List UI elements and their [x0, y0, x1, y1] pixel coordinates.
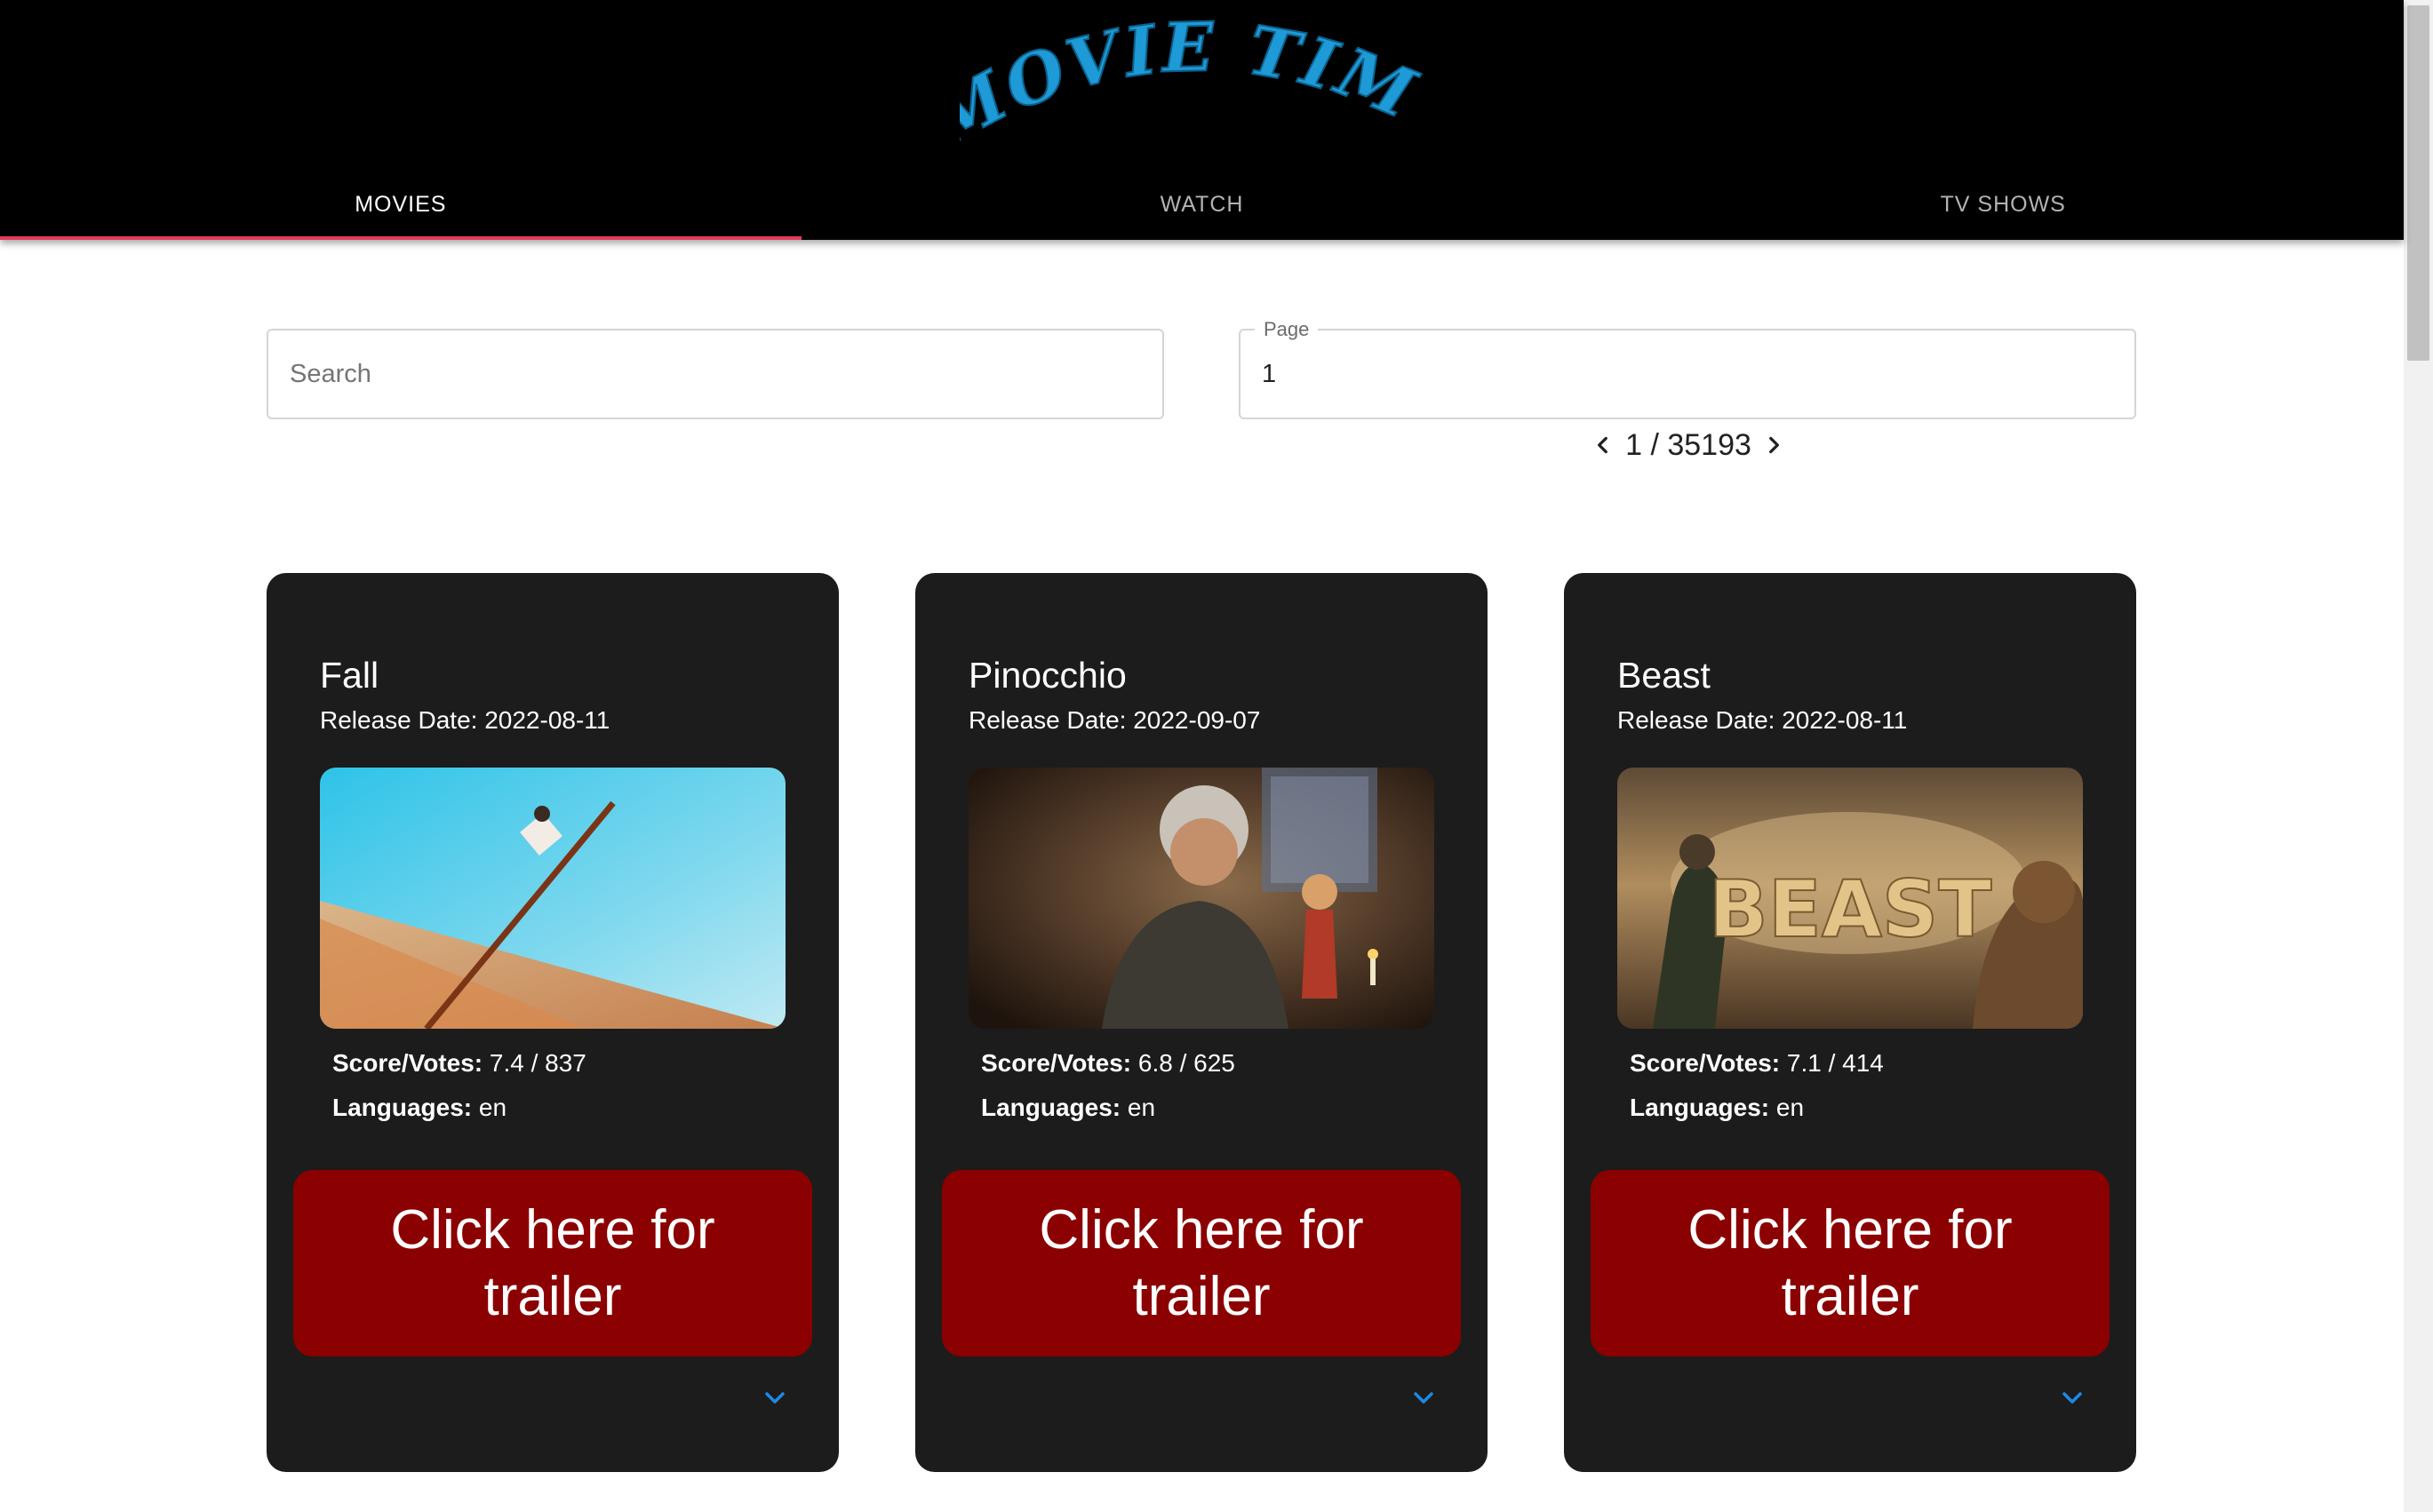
movie-time-logo[interactable]: MOVIE TIME — [913, 0, 1440, 163]
movie-card: Beast Release Date: 2022-08-11 BEAST Sco… — [1564, 573, 2136, 1472]
chevron-right-icon[interactable] — [1762, 434, 1785, 457]
scrollbar-thumb[interactable] — [2407, 5, 2429, 361]
page-input[interactable] — [1262, 330, 2113, 418]
movie-title: Pinocchio — [969, 655, 1127, 696]
release-date: Release Date: 2022-08-11 — [320, 706, 610, 734]
release-date: Release Date: 2022-09-07 — [969, 706, 1261, 734]
movie-card: Fall Release Date: 2022-08-11 Score/Vote… — [267, 573, 839, 1472]
languages-value: en — [1127, 1094, 1156, 1121]
movie-card: Pinocchio Release Date: 2022-09-07 Score… — [915, 573, 1488, 1472]
tab-watch[interactable]: WATCH — [802, 169, 1603, 240]
trailer-button[interactable]: Click here for trailer — [1591, 1170, 2110, 1357]
tab-tv-shows[interactable]: TV SHOWS — [1602, 169, 2404, 240]
trailer-button[interactable]: Click here for trailer — [293, 1170, 812, 1357]
logo-text: MOVIE TIME — [913, 0, 1425, 163]
tab-movies[interactable]: MOVIES — [0, 169, 802, 240]
trailer-button[interactable]: Click here for trailer — [942, 1170, 1461, 1357]
poster-title-text: BEAST — [1709, 863, 1992, 955]
score-label: Score/Votes: — [981, 1049, 1132, 1077]
poster-fall-image[interactable] — [320, 768, 786, 1029]
score-value: 6.8 / 625 — [1137, 1049, 1235, 1077]
main-nav: MOVIES WATCH TV SHOWS — [0, 169, 2404, 240]
chevron-down-icon[interactable] — [2060, 1389, 2085, 1408]
svg-text:MOVIE TIME: MOVIE TIME — [960, 20, 1429, 144]
page: MOVIE TIME MOVIES WATCH TV SHOWS Page 1 … — [0, 0, 2433, 1512]
languages-value: en — [1775, 1094, 1805, 1121]
poster-pinocchio-image[interactable] — [969, 768, 1434, 1029]
score-label: Score/Votes: — [332, 1049, 483, 1077]
score-votes: Score/Votes: 6.8 / 625 — [981, 1049, 1235, 1078]
chevron-down-icon[interactable] — [762, 1389, 787, 1408]
score-votes: Score/Votes: 7.4 / 837 — [332, 1049, 586, 1078]
score-value: 7.4 / 837 — [489, 1049, 586, 1077]
languages-value: en — [478, 1094, 507, 1121]
search-input[interactable] — [290, 330, 1141, 418]
poster-beast-image[interactable]: BEAST — [1617, 768, 2083, 1029]
score-label: Score/Votes: — [1630, 1049, 1781, 1077]
languages: Languages: en — [981, 1094, 1155, 1122]
score-value: 7.1 / 414 — [1786, 1049, 1884, 1077]
languages: Languages: en — [332, 1094, 507, 1122]
poster-pinocchio-graphic — [969, 768, 1434, 1029]
score-votes: Score/Votes: 7.1 / 414 — [1630, 1049, 1884, 1078]
release-date: Release Date: 2022-08-11 — [1617, 706, 1908, 734]
languages: Languages: en — [1630, 1094, 1804, 1122]
pagination: 1 / 35193 — [1582, 419, 1795, 471]
search-field — [267, 329, 1164, 419]
languages-label: Languages: — [1630, 1094, 1770, 1121]
movie-title: Beast — [1617, 655, 1711, 696]
poster-beast-graphic: BEAST — [1617, 768, 2083, 1029]
movie-title: Fall — [320, 655, 379, 696]
logo-graphic: MOVIE TIME — [913, 0, 1429, 163]
pagination-text: 1 / 35193 — [1625, 427, 1751, 462]
chevron-down-icon[interactable] — [1411, 1389, 1436, 1408]
poster-fall-graphic — [320, 768, 786, 1029]
languages-label: Languages: — [981, 1094, 1121, 1121]
app-header: MOVIE TIME MOVIES WATCH TV SHOWS — [0, 0, 2404, 240]
page-field: Page — [1239, 318, 2136, 419]
page-scrollbar[interactable] — [2404, 0, 2433, 1512]
languages-label: Languages: — [332, 1094, 473, 1121]
chevron-left-icon[interactable] — [1591, 434, 1615, 457]
